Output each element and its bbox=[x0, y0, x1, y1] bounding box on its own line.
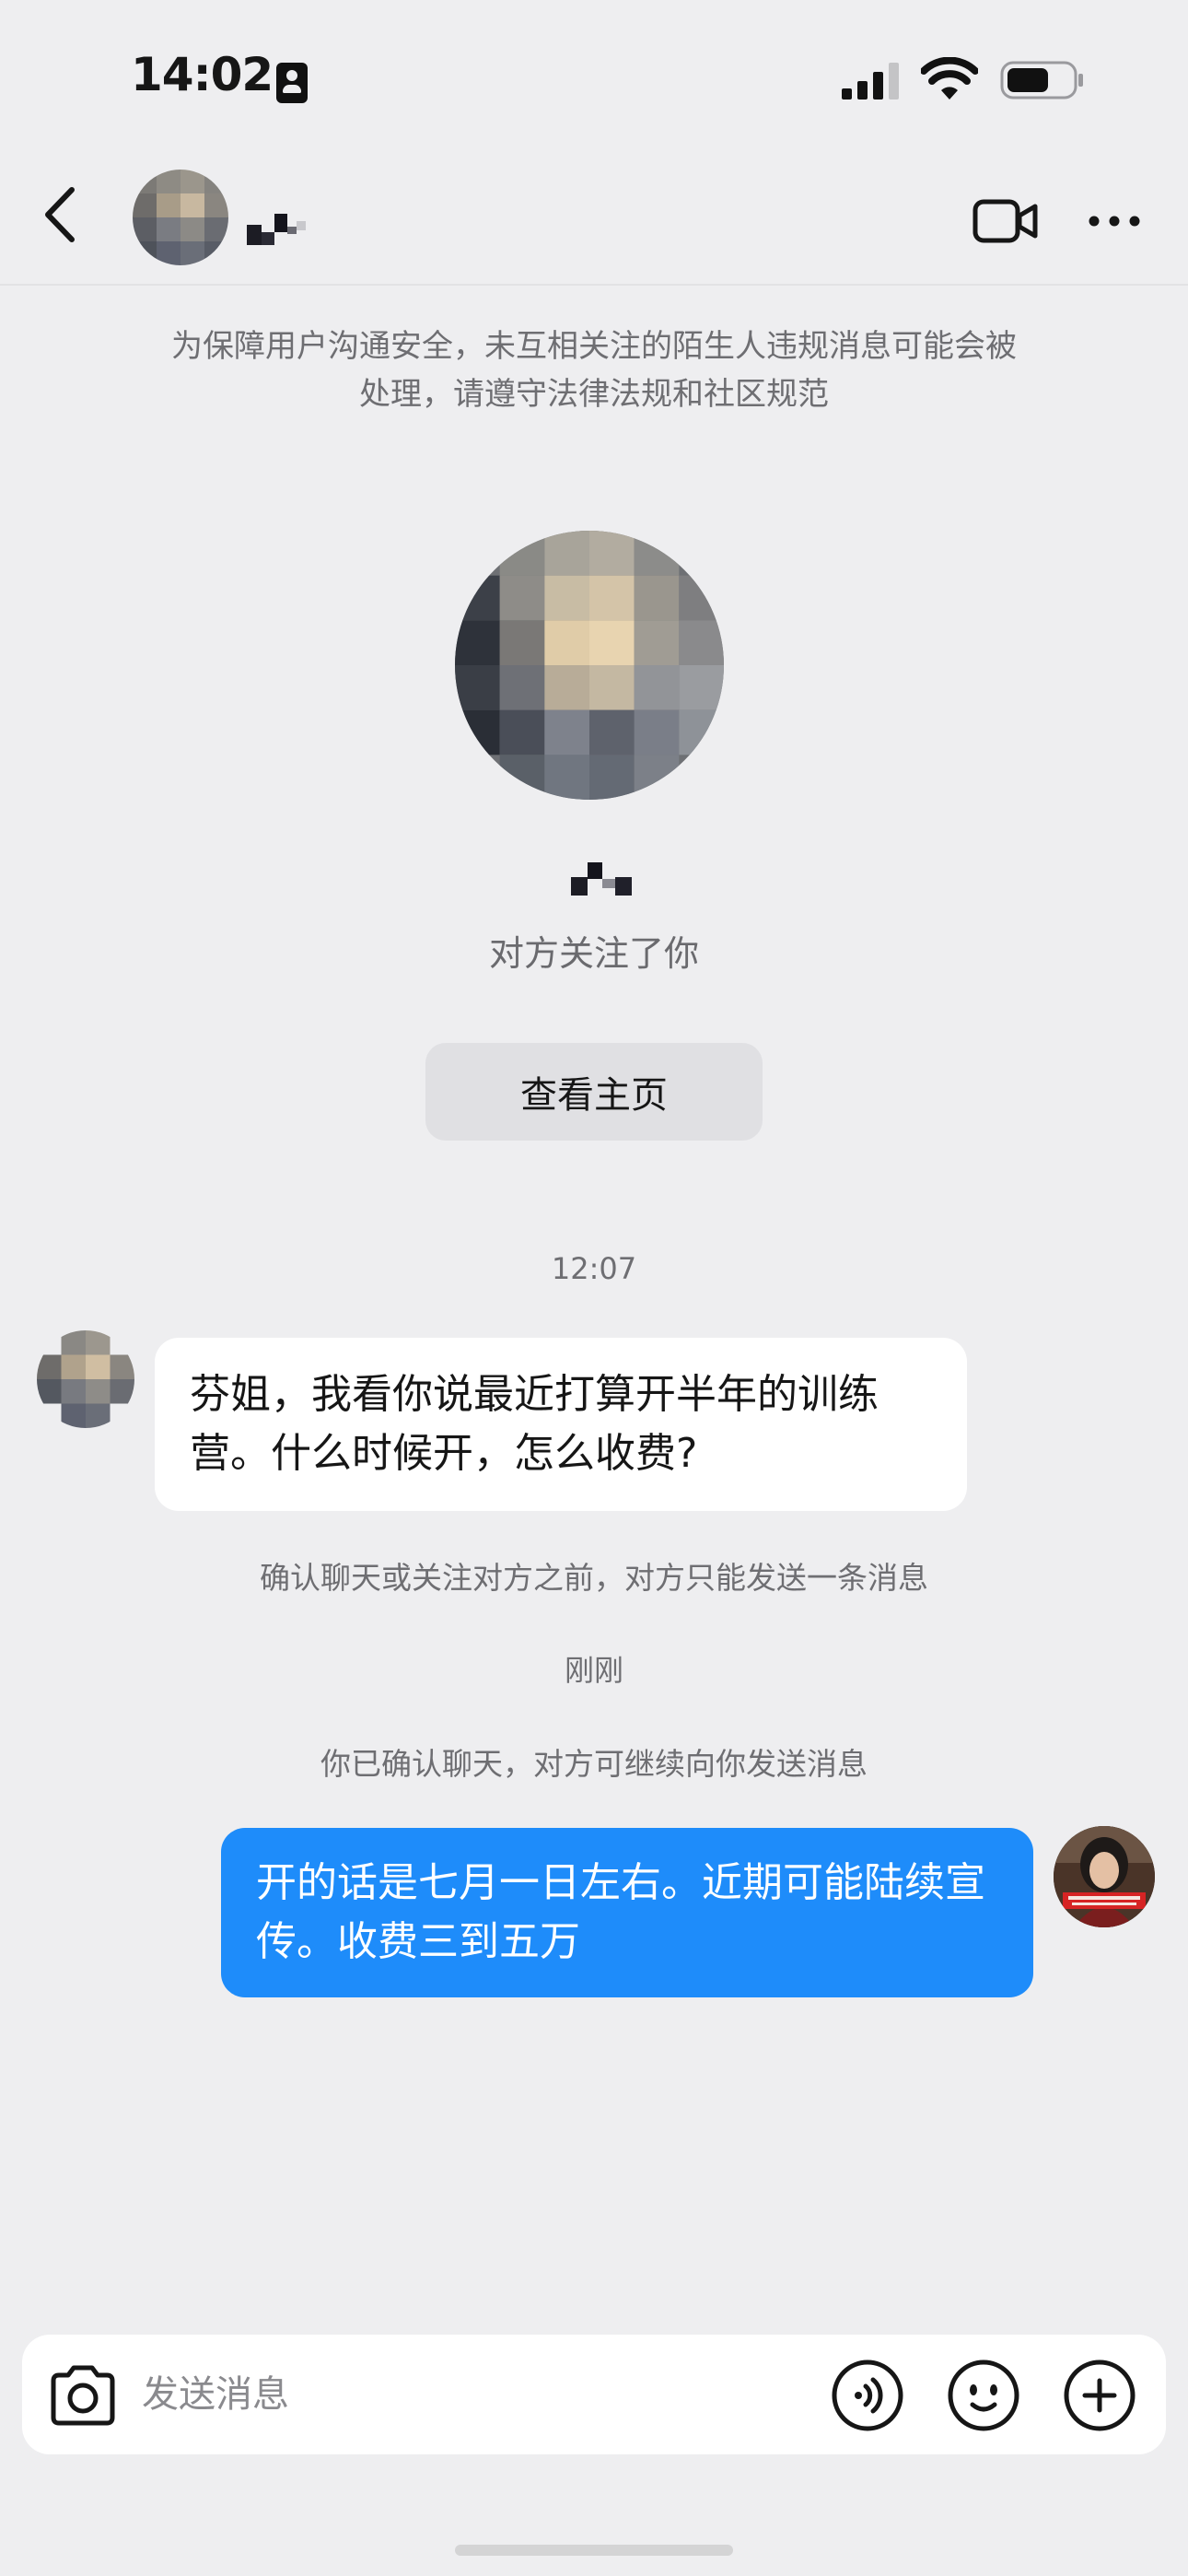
sender-avatar[interactable] bbox=[37, 1330, 134, 1428]
signal-icon bbox=[842, 63, 899, 100]
message-input-bar bbox=[22, 2335, 1166, 2454]
chevron-left-icon[interactable] bbox=[37, 184, 87, 245]
message-timestamp: 12:07 bbox=[551, 1251, 637, 1286]
camera-icon[interactable] bbox=[46, 2364, 120, 2427]
view-profile-button[interactable]: 查看主页 bbox=[425, 1043, 763, 1141]
wifi-icon bbox=[921, 57, 978, 100]
message-timestamp: 刚刚 bbox=[564, 1653, 623, 1688]
profile-name-redacted bbox=[571, 862, 632, 896]
home-indicator[interactable] bbox=[455, 2545, 733, 2556]
profile-avatar[interactable] bbox=[455, 531, 724, 800]
video-call-icon[interactable] bbox=[973, 197, 1039, 245]
security-notice-line: 为保障用户沟通安全，未互相关注的陌生人违规消息可能会被 bbox=[171, 328, 1017, 365]
contact-name-redacted bbox=[247, 214, 306, 245]
status-bar: 14:02 bbox=[0, 0, 1188, 157]
chat-header bbox=[0, 157, 1188, 286]
my-avatar[interactable] bbox=[1054, 1826, 1155, 1927]
security-notice-line: 处理，请遵守法律法规和社区规范 bbox=[359, 376, 829, 413]
chat-screen: 14:02 为保障用户沟通安全，未互相关注的陌生人违规消息可能会被 处理，请遵守… bbox=[0, 0, 1188, 2576]
contact-avatar[interactable] bbox=[133, 170, 228, 265]
status-time: 14:02 bbox=[131, 48, 274, 101]
plus-icon[interactable] bbox=[1063, 2359, 1136, 2432]
incoming-message-bubble[interactable]: 芬姐，我看你说最近打算开半年的训练营。什么时候开，怎么收费? bbox=[155, 1338, 967, 1511]
emoji-icon[interactable] bbox=[947, 2359, 1020, 2432]
outgoing-message-bubble[interactable]: 开的话是七月一日左右。近期可能陆续宣传。收费三到五万 bbox=[221, 1828, 1033, 1997]
chat-confirmed-notice: 你已确认聊天，对方可继续向你发送消息 bbox=[320, 1746, 868, 1782]
voice-icon[interactable] bbox=[831, 2359, 904, 2432]
more-dots-icon[interactable] bbox=[1087, 214, 1142, 228]
contact-card-icon bbox=[276, 63, 308, 103]
battery-icon bbox=[1000, 61, 1083, 100]
one-message-limit-notice: 确认聊天或关注对方之前，对方只能发送一条消息 bbox=[260, 1560, 928, 1596]
follow-status: 对方关注了你 bbox=[488, 933, 699, 974]
security-notice: 为保障用户沟通安全，未互相关注的陌生人违规消息可能会被 处理，请遵守法律法规和社… bbox=[111, 322, 1077, 418]
message-input[interactable] bbox=[142, 2362, 823, 2427]
